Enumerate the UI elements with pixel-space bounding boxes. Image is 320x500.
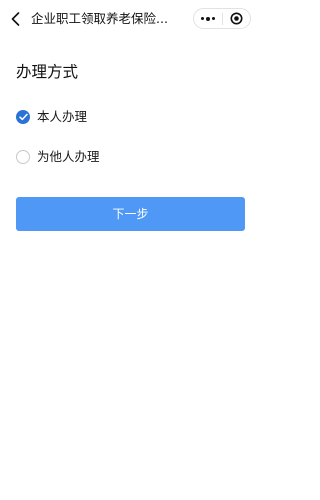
section-title: 办理方式 xyxy=(16,63,79,81)
option-others[interactable]: 为他人办理 xyxy=(16,146,236,168)
next-button-label: 下一步 xyxy=(112,207,149,221)
close-circle-icon xyxy=(230,12,243,25)
chevron-left-icon xyxy=(11,12,19,26)
option-self[interactable]: 本人办理 xyxy=(16,106,236,128)
more-dots-icon xyxy=(200,16,215,21)
radio-checked[interactable] xyxy=(16,110,30,124)
radio-unchecked[interactable] xyxy=(16,150,30,164)
more-button[interactable] xyxy=(194,9,222,28)
option-self-label: 本人办理 xyxy=(37,109,88,124)
close-button[interactable] xyxy=(223,9,251,28)
miniprogram-capsule xyxy=(193,8,251,29)
page: 企业职工领取养老保险... 办理方式 本人办理 为他人办理 下一步 xyxy=(0,0,255,500)
page-title: 企业职工领取养老保险... xyxy=(31,11,168,26)
next-button[interactable]: 下一步 xyxy=(16,197,245,231)
top-navbar: 企业职工领取养老保险... xyxy=(0,0,255,38)
checkmark-icon xyxy=(18,113,28,121)
option-others-label: 为他人办理 xyxy=(37,149,100,164)
back-button[interactable] xyxy=(6,9,24,29)
